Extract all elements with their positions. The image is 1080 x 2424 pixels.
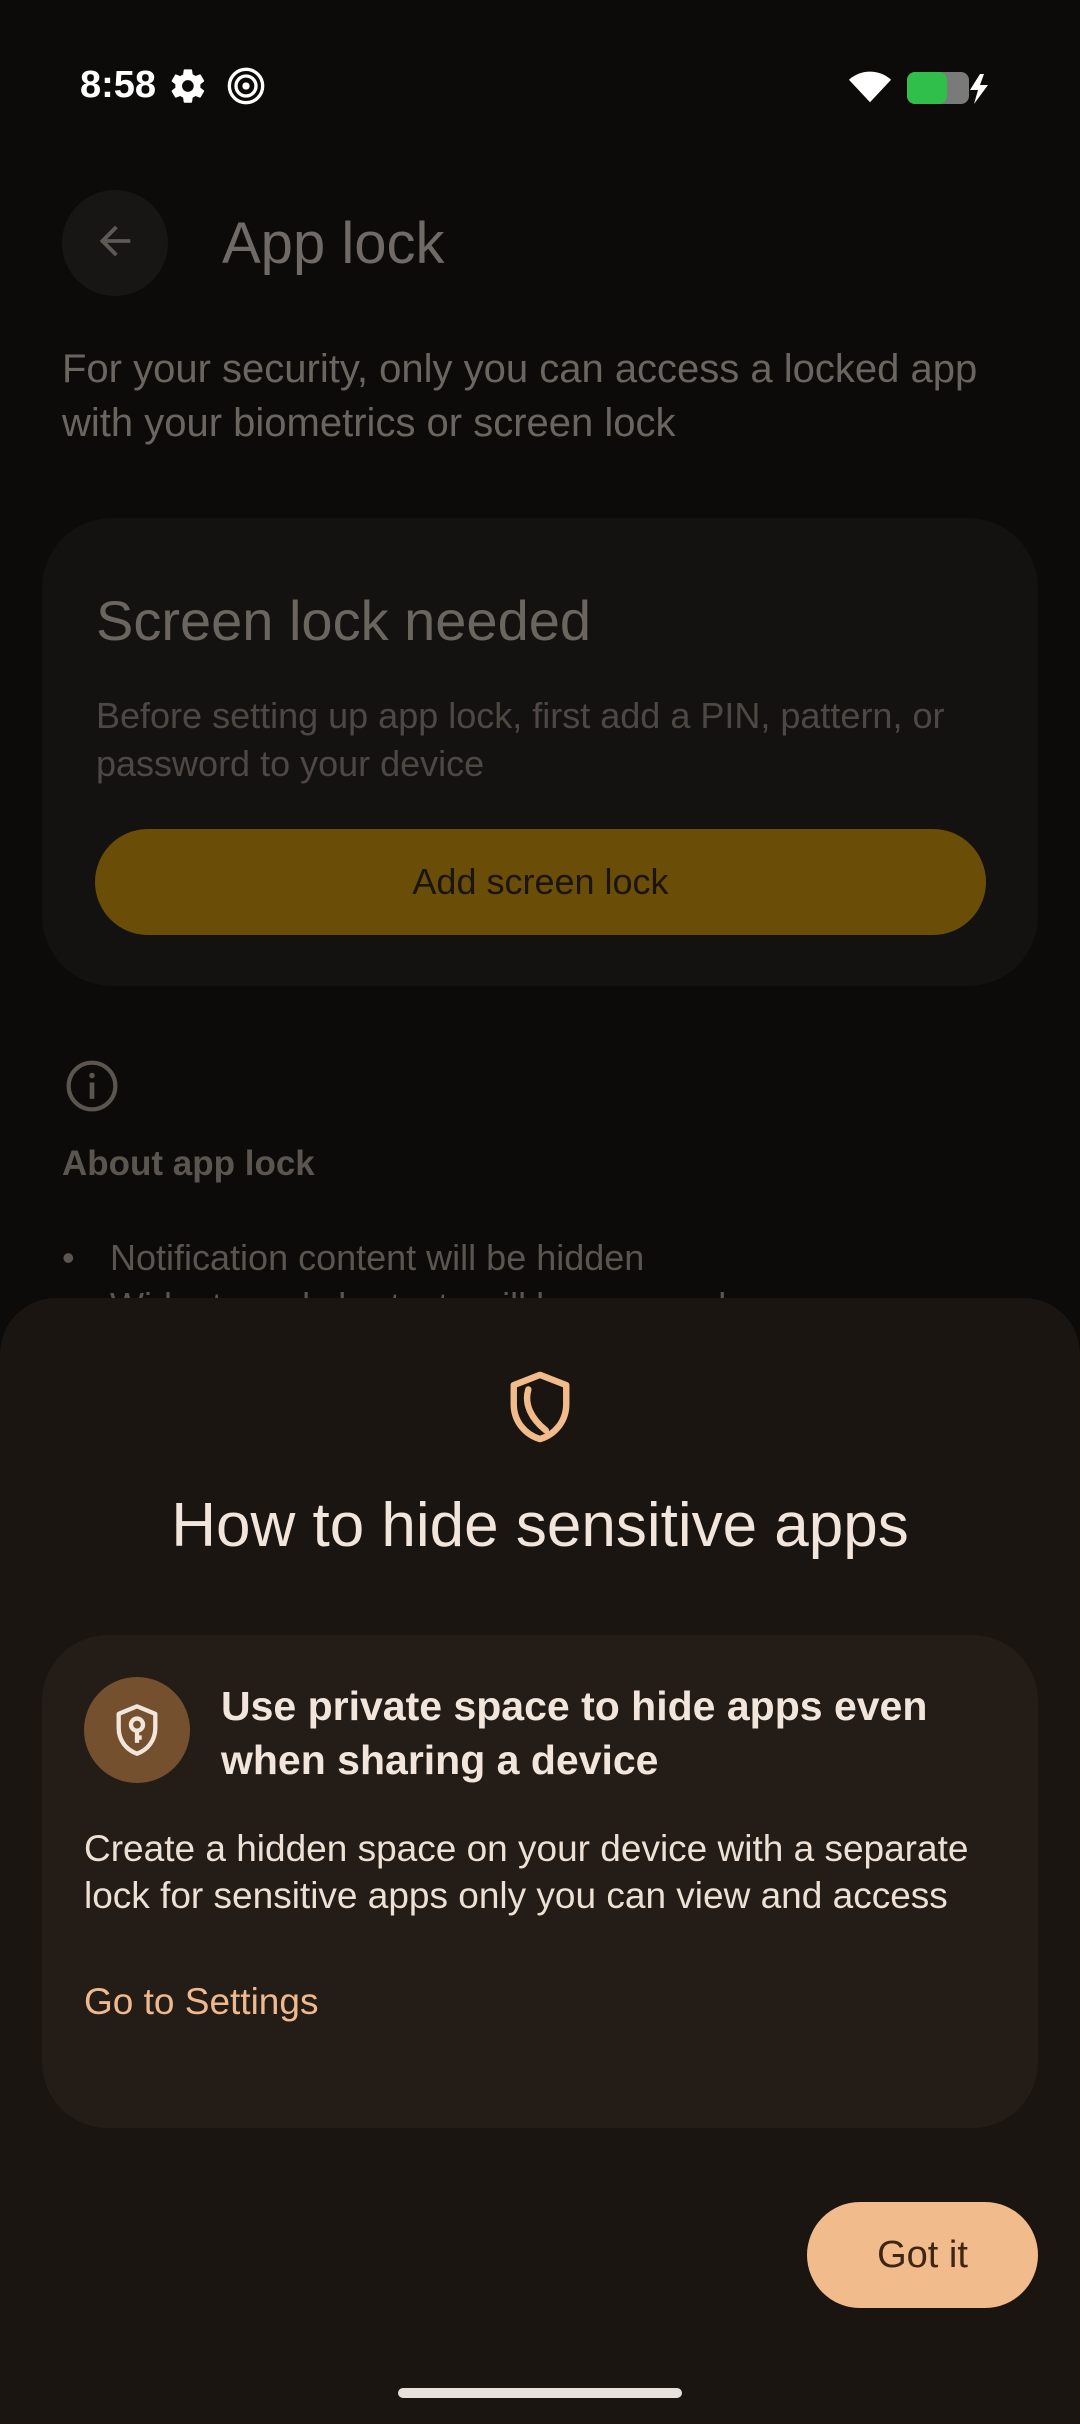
page-description: For your security, only you can access a… (62, 347, 978, 445)
add-screen-lock-button[interactable]: Add screen lock (95, 829, 986, 935)
screen-lock-card: Screen lock needed Before setting up app… (42, 518, 1038, 986)
private-space-card: Use private space to hide apps even when… (42, 1635, 1038, 2128)
battery-charging-icon (906, 70, 992, 111)
status-time: 8:58 (80, 64, 157, 106)
bottom-sheet: How to hide sensitive apps Use private s… (0, 1298, 1080, 2424)
app-bar: App lock (0, 190, 1080, 300)
arrow-left-icon (92, 218, 138, 269)
screen-lock-description: Before setting up app lock, first add a … (96, 695, 945, 784)
status-bar: 8:58 (0, 0, 1080, 176)
gear-icon (168, 66, 208, 111)
page-title: App lock (222, 211, 445, 276)
info-icon (64, 1058, 120, 1119)
list-item: Notification content will be hidden (62, 1234, 1042, 1282)
got-it-button[interactable]: Got it (807, 2202, 1038, 2308)
wifi-icon (848, 68, 892, 109)
screen-lock-title: Screen lock needed (96, 589, 592, 652)
sheet-title: How to hide sensitive apps (171, 1491, 909, 1560)
go-to-settings-link[interactable]: Go to Settings (84, 1981, 318, 2023)
shield-icon (505, 1368, 575, 1451)
private-space-description: Create a hidden space on your device wit… (84, 1828, 969, 1916)
spiral-icon (226, 66, 266, 111)
lock-shield-icon (84, 1677, 190, 1783)
private-space-title: Use private space to hide apps even when… (221, 1683, 928, 1783)
back-button[interactable] (62, 190, 168, 296)
about-title: About app lock (62, 1144, 315, 1183)
gesture-nav-handle[interactable] (398, 2388, 682, 2398)
